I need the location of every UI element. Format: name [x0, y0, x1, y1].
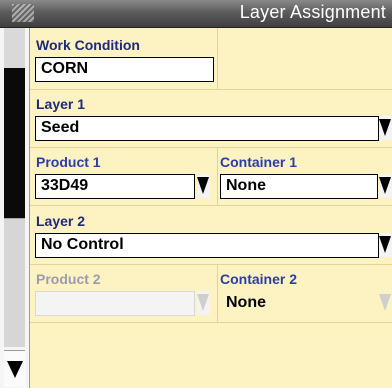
vertical-scrollbar[interactable] [0, 28, 30, 388]
container1-dropdown-button[interactable] [379, 174, 392, 198]
dropdown-arrow-icon [379, 236, 391, 253]
container2-dropdown-button [379, 291, 392, 315]
dropdown-arrow-icon [197, 294, 209, 311]
divider [217, 28, 218, 89]
divider [30, 205, 392, 206]
dropdown-arrow-icon [379, 119, 391, 136]
dropdown-arrow-icon [197, 177, 209, 194]
layer2-label: Layer 2 [36, 213, 86, 229]
product2-select [35, 291, 195, 316]
grip-icon [12, 4, 34, 22]
product1-select[interactable]: 33D49 [35, 174, 195, 199]
layer-assignment-form: Work Condition CORN Layer 1 Seed Product… [30, 28, 392, 388]
divider [30, 89, 392, 90]
dropdown-arrow-icon [379, 294, 391, 311]
scroll-down-arrow-icon [7, 361, 23, 378]
divider [30, 322, 392, 323]
title-bar: Layer Assignment [0, 0, 392, 28]
work-condition-field[interactable]: CORN [35, 57, 214, 82]
work-condition-label: Work Condition [36, 37, 140, 53]
divider [217, 147, 218, 205]
divider [217, 264, 218, 322]
container2-value: None [226, 294, 266, 311]
product1-dropdown-button[interactable] [197, 174, 210, 198]
layer2-select[interactable]: No Control [35, 233, 379, 258]
divider [30, 264, 392, 265]
container1-select[interactable]: None [220, 174, 378, 199]
product2-dropdown-button [197, 291, 210, 315]
layer1-dropdown-button[interactable] [379, 116, 392, 140]
container2-label: Container 2 [220, 271, 298, 287]
scroll-thumb[interactable] [4, 68, 25, 218]
scroll-track-top[interactable] [4, 28, 25, 68]
layer1-label: Layer 1 [36, 96, 86, 112]
product2-label: Product 2 [36, 271, 101, 287]
scroll-track[interactable] [4, 218, 25, 347]
product1-label: Product 1 [36, 154, 101, 170]
dropdown-arrow-icon [379, 177, 391, 194]
layer2-dropdown-button[interactable] [379, 233, 392, 257]
container1-label: Container 1 [220, 154, 298, 170]
window-title: Layer Assignment [239, 2, 386, 22]
layer1-select[interactable]: Seed [35, 116, 379, 141]
divider [30, 147, 392, 148]
scroll-down-button[interactable] [4, 350, 25, 387]
